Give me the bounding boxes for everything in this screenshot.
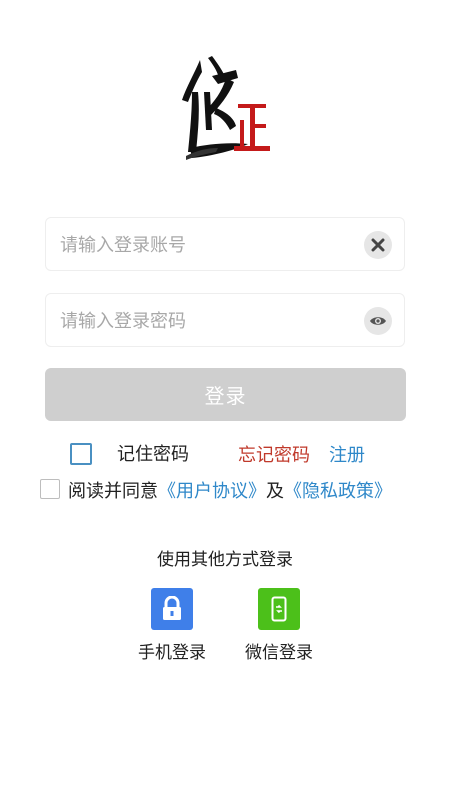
agreement-conjunction: 及 [266, 481, 284, 502]
phone-icon[interactable] [258, 588, 300, 630]
user-agreement-link[interactable]: 《用户协议》 [158, 481, 266, 502]
forgot-password-link[interactable]: 忘记密码 [238, 441, 310, 467]
phone-login-label: 手机登录 [138, 643, 206, 663]
account-field-container [45, 217, 405, 272]
agreement-prefix: 阅读并同意 [68, 481, 158, 502]
eye-icon[interactable] [364, 307, 392, 335]
clear-icon[interactable] [364, 231, 392, 259]
login-button[interactable]: 登录 [45, 368, 406, 421]
agreement-text: 阅读并同意《用户协议》及《隐私政策》 [68, 477, 392, 503]
remember-password-label: 记住密码 [117, 444, 189, 465]
password-input[interactable] [58, 294, 352, 348]
brand-logo [182, 56, 270, 160]
phone-login-option[interactable]: 手机登录 [127, 588, 217, 663]
remember-password-checkbox[interactable] [70, 443, 92, 465]
agreement-checkbox[interactable] [40, 479, 60, 499]
register-link[interactable]: 注册 [329, 441, 365, 467]
other-login-heading: 使用其他方式登录 [157, 550, 293, 570]
account-input[interactable] [58, 218, 352, 272]
wechat-login-label: 微信登录 [245, 643, 313, 663]
lock-icon[interactable] [151, 588, 193, 630]
privacy-policy-link[interactable]: 《隐私政策》 [284, 481, 392, 502]
password-field-container [45, 293, 405, 348]
wechat-login-option[interactable]: 微信登录 [234, 588, 324, 663]
